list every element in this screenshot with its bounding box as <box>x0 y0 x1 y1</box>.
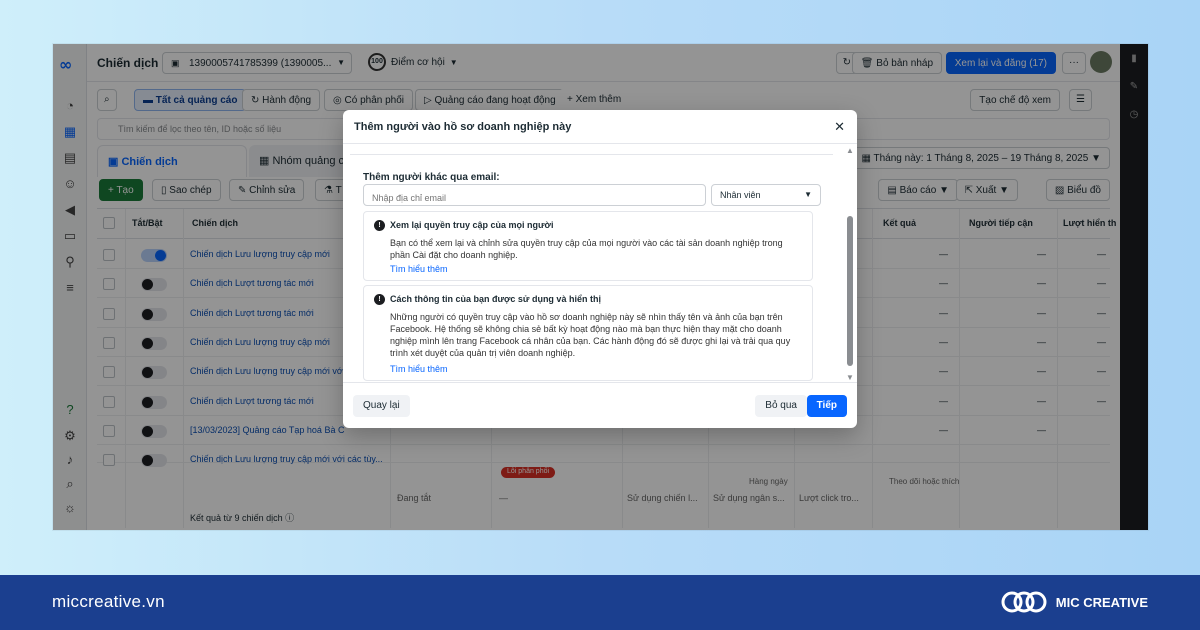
brand-url[interactable]: miccreative.vn <box>52 592 165 612</box>
brand-name: MIC CREATIVE <box>1055 594 1148 610</box>
data-usage-title: Cách thông tin của bạn được sử dụng và h… <box>390 294 601 304</box>
mic-logo-icon <box>1001 591 1047 613</box>
learn-more-link[interactable]: Tìm hiểu thêm <box>390 364 448 374</box>
email-section-label: Thêm người khác qua email: <box>363 172 500 183</box>
divider <box>350 154 833 155</box>
close-icon[interactable]: ✕ <box>834 119 845 135</box>
add-people-dialog: Thêm người vào hồ sơ doanh nghiệp này ✕ … <box>343 110 857 428</box>
learn-more-link[interactable]: Tìm hiểu thêm <box>390 264 448 274</box>
back-button[interactable]: Quay lại <box>353 395 410 417</box>
ads-manager-screenshot: ∞ ◔ ▦ ▤ ☺ ◀ ▭ ⚲ ≡ ? ⚙ ♪ ⌕ ☼ ▮ ✎ ◷ Chiến … <box>53 44 1148 530</box>
dialog-scrollbar[interactable]: ▲ ▼ <box>845 146 855 382</box>
info-icon: ! <box>374 294 385 305</box>
skip-button[interactable]: Bỏ qua <box>755 395 807 417</box>
brand-footer: miccreative.vn MIC CREATIVE <box>0 575 1200 630</box>
review-access-title: Xem lại quyền truy cập của mọi người <box>390 220 554 230</box>
scrollbar-thumb[interactable] <box>847 216 853 366</box>
role-value: Nhân viên <box>720 190 761 200</box>
dialog-body: Thêm người khác qua email: Nhân viên ▼ !… <box>343 145 843 381</box>
email-field[interactable] <box>363 184 706 206</box>
brand-logo: MIC CREATIVE <box>1000 589 1148 615</box>
review-access-box: ! Xem lại quyền truy cập của mọi người B… <box>363 211 813 281</box>
scroll-down-icon[interactable]: ▼ <box>845 373 855 382</box>
next-button[interactable]: Tiếp <box>806 395 847 417</box>
data-usage-box: ! Cách thông tin của bạn được sử dụng và… <box>363 285 813 381</box>
data-usage-text: Những người có quyền truy cập vào hồ sơ … <box>390 312 791 358</box>
role-select[interactable]: Nhân viên ▼ <box>711 184 821 206</box>
review-access-text: Bạn có thể xem lại và chỉnh sửa quyền tr… <box>390 238 783 260</box>
caret-down-icon: ▼ <box>804 190 812 199</box>
dialog-footer: Quay lại Bỏ qua Tiếp <box>343 382 857 428</box>
dialog-title: Thêm người vào hồ sơ doanh nghiệp này <box>354 121 572 133</box>
scroll-up-icon[interactable]: ▲ <box>845 146 855 155</box>
info-icon: ! <box>374 220 385 231</box>
dialog-header: Thêm người vào hồ sơ doanh nghiệp này ✕ <box>343 110 857 144</box>
